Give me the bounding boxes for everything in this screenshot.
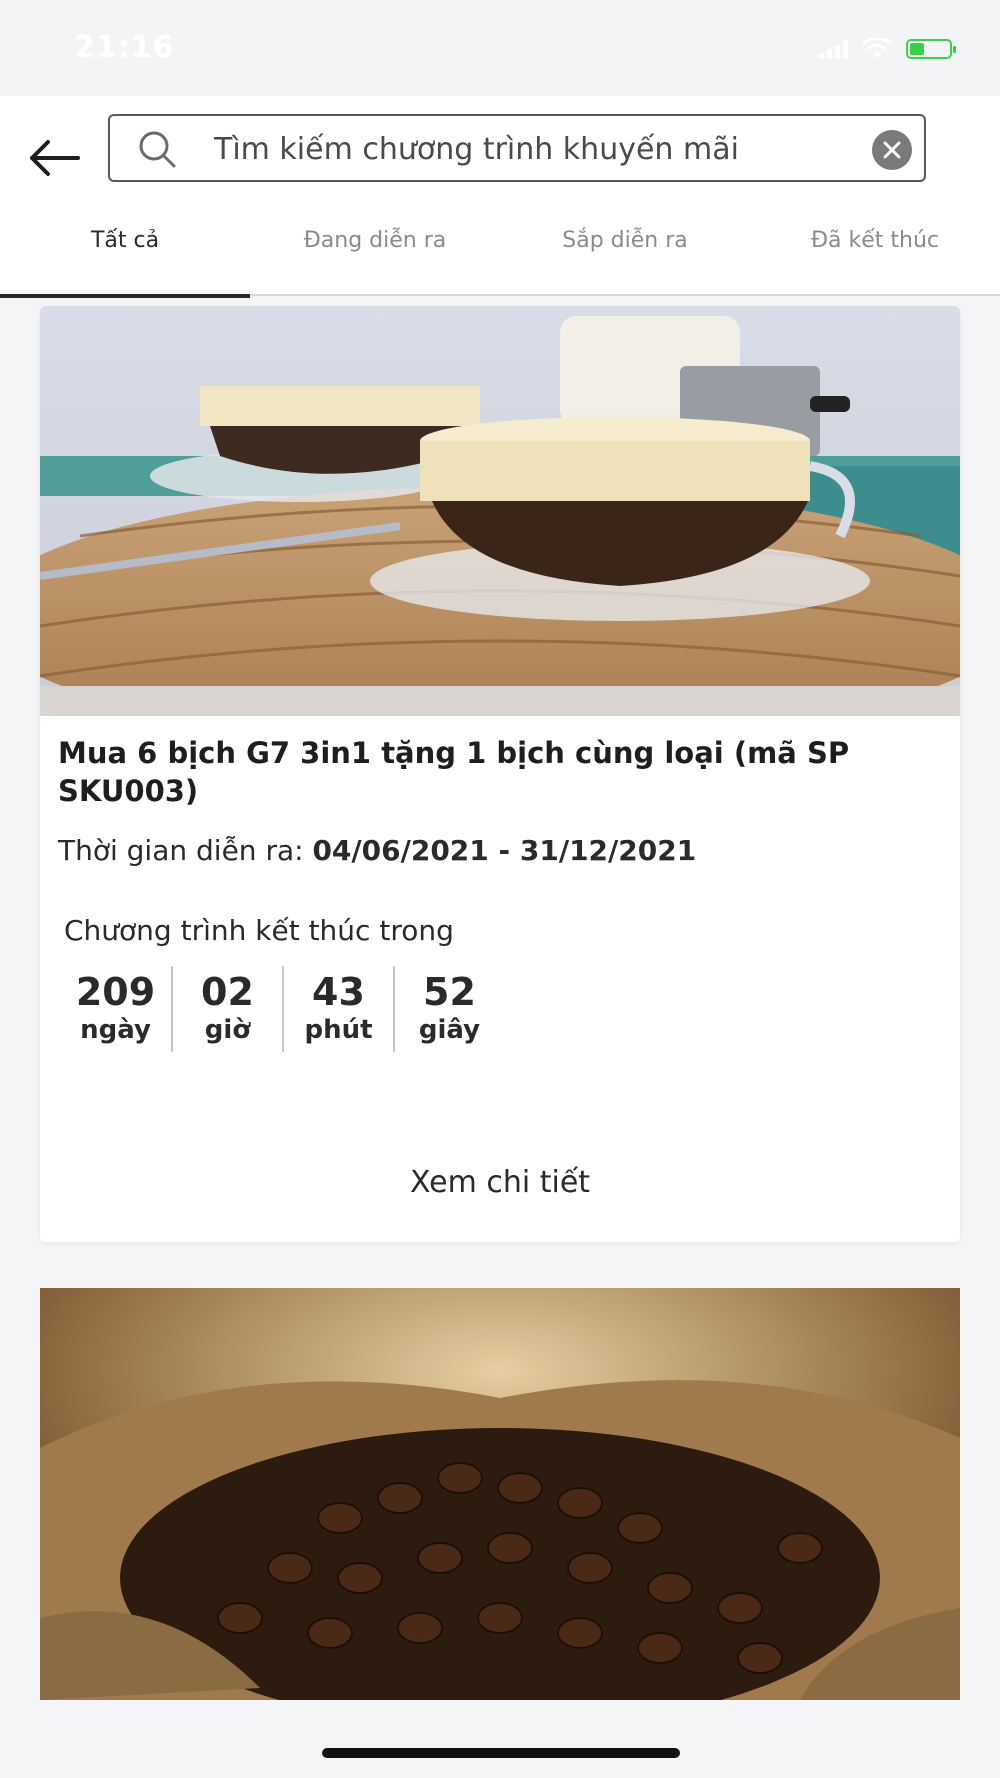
countdown-days: 209 ngày — [60, 966, 171, 1052]
header: Tất cả Đang diễn ra Sắp diễn ra Đã kết t… — [0, 96, 1000, 298]
clear-search-button[interactable] — [872, 130, 912, 170]
promotion-time-range: 04/06/2021 - 31/12/2021 — [312, 834, 697, 867]
status-time: 21:16 — [74, 30, 175, 65]
tab-ended[interactable]: Đã kết thúc — [750, 200, 1000, 296]
status-icons — [819, 38, 956, 60]
countdown-unit: phút — [304, 1015, 373, 1045]
promotion-tabs: Tất cả Đang diễn ra Sắp diễn ra Đã kết t… — [0, 200, 1000, 298]
tab-ongoing[interactable]: Đang diễn ra — [250, 200, 500, 296]
countdown-hours: 02 giờ — [171, 966, 282, 1052]
countdown-minutes: 43 phút — [282, 966, 393, 1052]
search-box[interactable] — [108, 114, 926, 182]
promotion-title: Mua 6 bịch G7 3in1 tặng 1 bịch cùng loại… — [58, 736, 850, 808]
countdown-unit: giờ — [204, 1015, 251, 1045]
back-button[interactable] — [22, 126, 86, 190]
promotion-time: Thời gian diễn ra: 04/06/2021 - 31/12/20… — [58, 834, 696, 867]
countdown-unit: ngày — [80, 1015, 151, 1045]
clear-icon — [883, 141, 901, 159]
countdown-label: Chương trình kết thúc trong — [64, 914, 454, 947]
countdown-unit: giây — [418, 1015, 481, 1045]
promotion-image — [40, 1288, 960, 1700]
countdown-seconds: 52 giây — [393, 966, 504, 1052]
battery-icon — [906, 39, 956, 59]
promotion-time-label: Thời gian diễn ra: — [58, 834, 313, 867]
signal-icon — [819, 39, 848, 59]
tab-all[interactable]: Tất cả — [0, 200, 250, 298]
promotion-card[interactable]: Mua 6 bịch G7 3in1 tặng 1 bịch cùng loại… — [40, 306, 960, 1242]
search-input[interactable] — [214, 124, 854, 174]
home-indicator[interactable] — [322, 1748, 680, 1758]
countdown-value: 43 — [312, 970, 365, 1014]
promotion-image — [40, 306, 960, 716]
view-detail-button[interactable]: Xem chi tiết — [40, 1142, 960, 1242]
status-bar: 21:16 — [0, 0, 1000, 96]
countdown: 209 ngày 02 giờ 43 phút 52 giây — [60, 966, 504, 1052]
countdown-value: 52 — [423, 970, 476, 1014]
back-arrow-icon — [30, 140, 80, 176]
promotion-card[interactable] — [40, 1288, 960, 1700]
countdown-value: 02 — [201, 970, 254, 1014]
wifi-icon — [862, 38, 892, 58]
search-icon — [139, 131, 176, 168]
countdown-value: 209 — [75, 970, 156, 1014]
tab-upcoming[interactable]: Sắp diễn ra — [500, 200, 750, 296]
